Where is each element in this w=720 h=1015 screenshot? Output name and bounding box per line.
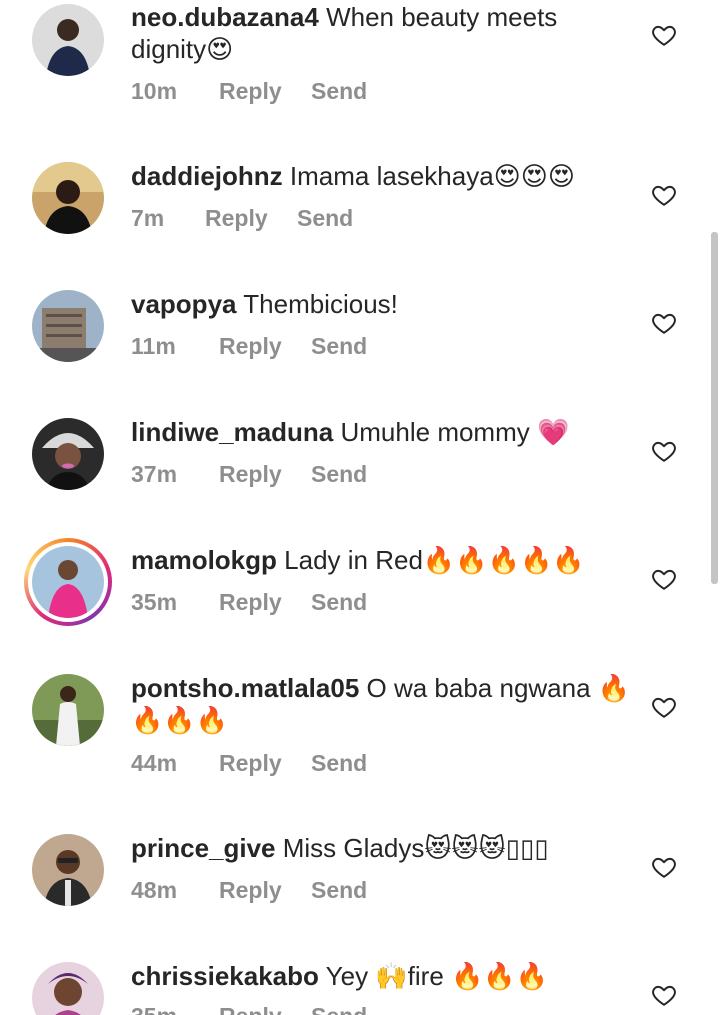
reply-button[interactable]: Reply: [219, 750, 311, 777]
reply-button[interactable]: Reply: [219, 1003, 311, 1015]
heart-outline-icon[interactable]: [651, 694, 677, 720]
send-button[interactable]: Send: [297, 205, 353, 232]
reply-button[interactable]: Reply: [219, 461, 311, 488]
comment-username[interactable]: neo.dubazana4: [131, 2, 319, 32]
avatar[interactable]: [32, 834, 104, 906]
send-button[interactable]: Send: [311, 1003, 367, 1015]
heart-outline-icon[interactable]: [651, 854, 677, 880]
send-button[interactable]: Send: [311, 589, 367, 616]
comment-time: 11m: [131, 333, 176, 359]
avatar[interactable]: [32, 418, 104, 490]
comment-time: 37m: [131, 461, 178, 487]
comment-text: vapopya Thembicious!: [131, 288, 631, 320]
comment-text: chrissiekakabo Yey 🙌fire 🔥🔥🔥: [131, 960, 631, 992]
comment-username[interactable]: chrissiekakabo: [131, 961, 319, 991]
reply-button[interactable]: Reply: [219, 589, 311, 616]
comment-time: 44m: [131, 750, 178, 776]
comment-time: 48m: [131, 877, 178, 903]
comment-time: 7m: [131, 205, 165, 231]
comment-text: prince_give Miss Gladys😻😻😻▯▯▯: [131, 832, 631, 864]
comment-text: pontsho.matlala05 O wa baba ngwana 🔥🔥🔥🔥: [131, 672, 631, 736]
reply-button[interactable]: Reply: [219, 78, 311, 105]
comment-body: Umuhle mommy 💗: [340, 417, 570, 447]
scrollbar[interactable]: [711, 232, 718, 584]
comment-meta: 48m Reply Send: [131, 877, 367, 904]
avatar[interactable]: [32, 4, 104, 76]
heart-outline-icon[interactable]: [651, 982, 677, 1008]
reply-button[interactable]: Reply: [205, 205, 297, 232]
heart-outline-icon[interactable]: [651, 182, 677, 208]
send-button[interactable]: Send: [311, 877, 367, 904]
comment-time: 35m: [131, 1003, 219, 1015]
comment-username[interactable]: mamolokgp: [131, 545, 277, 575]
avatar[interactable]: [32, 290, 104, 362]
comment-text: lindiwe_maduna Umuhle mommy 💗: [131, 416, 631, 448]
comment-text: daddiejohnz Imama lasekhaya😍😍😍: [131, 160, 631, 192]
heart-outline-icon[interactable]: [651, 438, 677, 464]
comment-meta: 35m ReplySend: [131, 589, 367, 616]
send-button[interactable]: Send: [311, 333, 367, 360]
comment-meta: 11m Reply Send: [131, 333, 367, 360]
comment-username[interactable]: prince_give: [131, 833, 276, 863]
send-button[interactable]: Send: [311, 461, 367, 488]
comment-body: Miss Gladys😻😻😻▯▯▯: [282, 833, 549, 863]
reply-button[interactable]: Reply: [219, 333, 311, 360]
comment-meta: 7m Reply Send: [131, 205, 353, 232]
comment-username[interactable]: pontsho.matlala05: [131, 673, 359, 703]
comment-time: 10m: [131, 78, 178, 104]
comment-meta: 35mReplySend: [131, 1003, 367, 1015]
comment-meta: 37m Reply Send: [131, 461, 367, 488]
send-button[interactable]: Send: [311, 78, 367, 105]
comment-text: mamolokgp Lady in Red🔥🔥🔥🔥🔥: [131, 544, 631, 576]
comment-body: Yey 🙌fire 🔥🔥🔥: [325, 961, 549, 991]
avatar[interactable]: [32, 962, 104, 1015]
heart-outline-icon[interactable]: [651, 22, 677, 48]
comment-username[interactable]: vapopya: [131, 289, 237, 319]
comment-text: neo.dubazana4 When beauty meets dignity😍: [131, 1, 631, 65]
comment-meta: 10m Reply Send: [131, 78, 367, 105]
comment-body: Imama lasekhaya😍😍😍: [289, 161, 575, 191]
comment-time: 35m: [131, 589, 178, 615]
avatar[interactable]: [32, 674, 104, 746]
send-button[interactable]: Send: [311, 750, 367, 777]
comment-body: Thembicious!: [243, 289, 398, 319]
reply-button[interactable]: Reply: [219, 877, 311, 904]
comment-body: Lady in Red🔥🔥🔥🔥🔥: [284, 545, 585, 575]
heart-outline-icon[interactable]: [651, 310, 677, 336]
comment-username[interactable]: lindiwe_maduna: [131, 417, 333, 447]
heart-outline-icon[interactable]: [651, 566, 677, 592]
avatar-with-story-ring[interactable]: [24, 538, 112, 626]
avatar[interactable]: [32, 162, 104, 234]
comment-username[interactable]: daddiejohnz: [131, 161, 283, 191]
comment-meta: 44m Reply Send: [131, 750, 367, 777]
